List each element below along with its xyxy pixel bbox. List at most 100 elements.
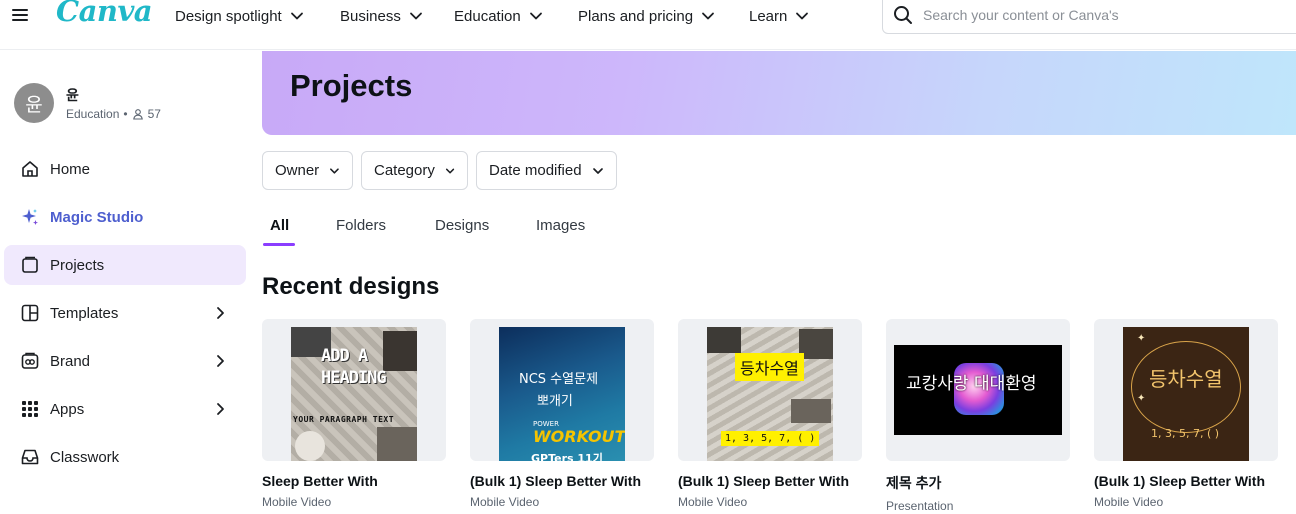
chevron-down-icon (592, 167, 603, 174)
design-title[interactable]: (Bulk 1) Sleep Better With (1094, 473, 1278, 489)
design-thumbnail[interactable]: ADD A HEADING YOUR PARAGRAPH TEXT (262, 319, 446, 461)
inbox-icon (21, 449, 39, 465)
design-thumbnail[interactable]: ✦ ✦ 등차수열 1, 3, 5, 7, ( ) (1094, 319, 1278, 461)
design-card[interactable]: ADD A HEADING YOUR PARAGRAPH TEXT Sleep B… (262, 319, 446, 509)
thumbnail-artwork: 교캉사랑 대대환영 (894, 345, 1062, 435)
page-title: Projects (290, 68, 413, 103)
design-card[interactable]: NCS 수열문제 뽀개기 POWER WORKOUT GPTers 11기 (Bu… (470, 319, 654, 509)
team-plan: Education (66, 107, 120, 121)
member-count: 57 (147, 107, 161, 121)
chevron-down-icon (330, 167, 339, 174)
nav-item-design-spotlight[interactable]: Design spotlight (175, 5, 304, 27)
sidebar-item-label: Apps (50, 400, 85, 418)
chevron-right-icon (217, 403, 224, 415)
sidebar: 윤 윤 Education • 57 Home Magic Studio Pro… (0, 51, 250, 514)
thumbnail-artwork: ✦ ✦ 등차수열 1, 3, 5, 7, ( ) (1123, 327, 1249, 461)
active-tab-indicator (263, 243, 295, 246)
design-type: Mobile Video (678, 495, 748, 509)
thumb-text-line: ADD A (321, 346, 368, 366)
tab-images[interactable]: Images (536, 217, 585, 234)
nav-item-label: Plans and pricing (578, 7, 694, 25)
folder-icon (22, 256, 38, 273)
canva-logo[interactable]: Canva (56, 0, 153, 28)
sidebar-item-label: Projects (50, 256, 105, 274)
design-type: Mobile Video (262, 495, 332, 509)
tab-folders[interactable]: Folders (336, 217, 386, 234)
thumb-text: 1, 3, 5, 7, ( ) (1151, 427, 1220, 440)
filter-owner[interactable]: Owner (262, 151, 353, 190)
thumbnail-artwork: 등차수열 1, 3, 5, 7, ( ) (707, 327, 833, 461)
section-title-recent-designs: Recent designs (262, 273, 440, 300)
thumb-text: ADD A HEADING (321, 345, 387, 389)
sidebar-item-label: Brand (50, 352, 91, 370)
thumb-text-line: 뽀개기 (537, 394, 573, 409)
thumbnail-artwork: NCS 수열문제 뽀개기 POWER WORKOUT GPTers 11기 (499, 327, 625, 461)
chevron-down-icon (529, 12, 542, 20)
apps-grid-icon (22, 401, 38, 417)
design-thumbnail[interactable]: NCS 수열문제 뽀개기 POWER WORKOUT GPTers 11기 (470, 319, 654, 461)
thumb-text: NCS 수열문제뽀개기 (519, 369, 598, 413)
design-card[interactable]: 교캉사랑 대대환영 제목 추가 Presentation (886, 319, 1070, 513)
design-thumbnail[interactable]: 등차수열 1, 3, 5, 7, ( ) (678, 319, 862, 461)
thumb-text: GPTers 11기 (531, 452, 603, 461)
design-card[interactable]: ✦ ✦ 등차수열 1, 3, 5, 7, ( ) (Bulk 1) Sleep … (1094, 319, 1278, 509)
chevron-down-icon (796, 12, 809, 20)
avatar[interactable]: 윤 (14, 83, 54, 123)
nav-item-learn[interactable]: Learn (749, 5, 809, 27)
sidebar-item-apps[interactable]: Apps (4, 389, 246, 429)
chevron-down-icon (445, 168, 455, 173)
tab-all[interactable]: All (270, 217, 289, 234)
search-input[interactable] (923, 3, 1293, 27)
tab-designs[interactable]: Designs (435, 217, 489, 234)
sparkle-icon: ✦ (1137, 393, 1146, 404)
nav-item-label: Learn (749, 7, 788, 25)
person-icon (132, 109, 143, 120)
nav-item-business[interactable]: Business (340, 5, 423, 27)
brand-icon (21, 352, 39, 369)
meta-separator: • (123, 107, 128, 121)
filter-label: Category (374, 162, 435, 179)
design-card[interactable]: 등차수열 1, 3, 5, 7, ( ) (Bulk 1) Sleep Bett… (678, 319, 862, 509)
thumb-text: WORKOUT (533, 427, 625, 446)
team-name[interactable]: 윤 (66, 85, 79, 105)
design-title[interactable]: Sleep Better With (262, 473, 446, 489)
search-icon (894, 6, 912, 24)
sidebar-item-templates[interactable]: Templates (4, 293, 246, 333)
nav-item-education[interactable]: Education (454, 5, 543, 27)
filter-date-modified[interactable]: Date modified (476, 151, 617, 190)
sidebar-item-projects[interactable]: Projects (4, 245, 246, 285)
design-title[interactable]: (Bulk 1) Sleep Better With (678, 473, 862, 489)
filter-label: Date modified (489, 162, 582, 179)
thumbnail-artwork: ADD A HEADING YOUR PARAGRAPH TEXT (291, 327, 417, 461)
sparkle-icon: ✦ (1137, 333, 1146, 344)
home-icon (22, 161, 38, 177)
sidebar-item-brand[interactable]: Brand (4, 341, 246, 381)
thumb-text: 등차수열 (735, 353, 804, 381)
design-type: Mobile Video (470, 495, 540, 509)
design-title[interactable]: (Bulk 1) Sleep Better With (470, 473, 654, 489)
sidebar-item-label: Classwork (50, 448, 120, 466)
chevron-down-icon (290, 12, 303, 20)
thumb-text: YOUR PARAGRAPH TEXT (293, 415, 395, 424)
nav-item-label: Education (454, 7, 521, 25)
sidebar-item-home[interactable]: Home (4, 149, 246, 189)
chevron-down-icon (409, 12, 422, 20)
nav-item-label: Design spotlight (175, 7, 282, 25)
sidebar-item-classwork[interactable]: Classwork (4, 437, 246, 477)
nav-item-label: Business (340, 7, 401, 25)
design-type: Presentation (886, 499, 954, 513)
top-navigation-bar: Canva Design spotlight Business Educatio… (0, 0, 1296, 50)
design-title[interactable]: 제목 추가 (886, 473, 1070, 493)
hamburger-menu-icon[interactable] (12, 6, 32, 26)
sidebar-item-label: Home (50, 160, 91, 178)
templates-icon (21, 304, 39, 322)
chevron-right-icon (217, 355, 224, 367)
sidebar-item-magic-studio[interactable]: Magic Studio (4, 197, 246, 237)
filter-category[interactable]: Category (361, 151, 468, 190)
thumb-text-line: NCS 수열문제 (519, 372, 599, 387)
chevron-down-icon (702, 12, 714, 20)
search-box (882, 0, 1296, 34)
nav-item-plans-and-pricing[interactable]: Plans and pricing (578, 5, 715, 27)
thumb-text-line: HEADING (321, 368, 387, 388)
design-thumbnail[interactable]: 교캉사랑 대대환영 (886, 319, 1070, 461)
